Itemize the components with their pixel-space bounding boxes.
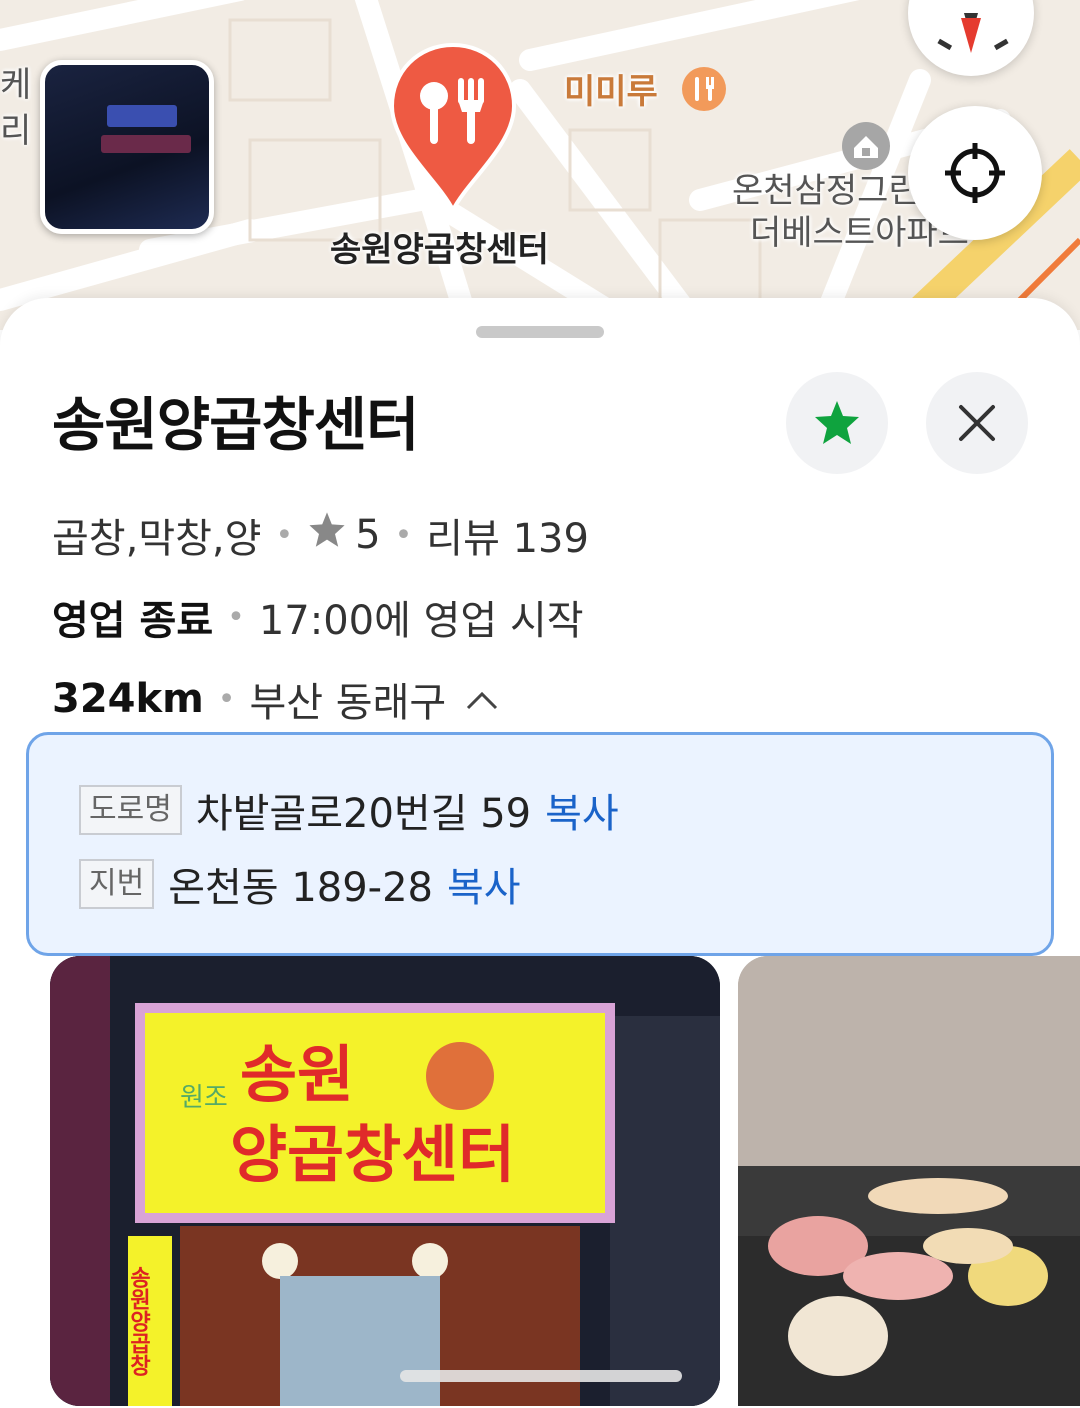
compass-button[interactable] <box>908 0 1034 76</box>
thumbnail-sign-lower <box>101 135 191 153</box>
separator-dot: • <box>394 517 413 553</box>
copy-lot-address-button[interactable]: 복사 <box>447 855 521 913</box>
pin-label: 송원양곱창센터 <box>330 230 549 270</box>
separator-dot: • <box>217 681 236 717</box>
location-row[interactable]: 324km • 부산 동래구 <box>52 670 500 728</box>
rating-star-icon <box>307 510 347 560</box>
home-indicator[interactable] <box>400 1370 682 1382</box>
copy-road-address-button[interactable]: 복사 <box>545 781 619 839</box>
sign-side-small: 원조 <box>180 1083 228 1113</box>
vertical-sign-text: 송원양곱창 <box>126 1266 151 1376</box>
compass-icon <box>937 13 1009 53</box>
sheet-drag-handle[interactable] <box>476 326 604 338</box>
place-thumbnail[interactable] <box>40 60 214 234</box>
thumbnail-sign <box>107 105 177 127</box>
business-hours-row: 영업 종료 • 17:00에 영업 시작 <box>52 588 584 646</box>
close-button[interactable] <box>926 372 1028 474</box>
separator-dot: • <box>227 599 245 635</box>
crosshair-icon <box>945 143 1005 203</box>
separator-dot: • <box>275 517 294 553</box>
lot-address-value: 온천동 189-28 <box>168 865 433 911</box>
favorite-button[interactable] <box>786 372 888 474</box>
review-count[interactable]: 리뷰 139 <box>426 506 589 564</box>
chevron-up-icon[interactable] <box>464 676 500 722</box>
lot-address-row: 지번 온천동 189-28 복사 <box>79 855 521 913</box>
restaurant-pin-icon[interactable] <box>388 40 518 220</box>
star-icon <box>815 401 859 444</box>
map-view[interactable]: 케 리 송원양곱창센터 미미루 온천삼정그린 더베스트아파트 <box>0 0 1080 330</box>
map-edge-label: 케 리 <box>0 65 32 151</box>
place-detail-sheet: 송원양곱창센터 곱창,막창,양 • 5 • 리뷰 139 영업 종료 • 17:… <box>0 298 1080 1408</box>
poi-label[interactable]: 미미루 <box>564 64 728 122</box>
storefront-photo[interactable]: 원조 송원 양곱창센터 송원양곱창 <box>50 956 720 1406</box>
address-panel: 도로명 차밭골로20번길 59 복사 지번 온천동 189-28 복사 <box>26 732 1054 956</box>
close-icon <box>959 405 995 441</box>
rating-value: 5 <box>355 512 381 558</box>
building-icon <box>840 120 892 176</box>
distance-text: 324km <box>52 676 204 722</box>
place-meta-row: 곱창,막창,양 • 5 • 리뷰 139 <box>52 506 589 564</box>
sign-top-text: 송원 <box>240 1038 354 1111</box>
business-status: 영업 종료 <box>52 598 214 644</box>
my-location-button[interactable] <box>908 106 1042 240</box>
road-address-row: 도로명 차밭골로20번길 59 복사 <box>79 781 619 839</box>
road-address-value: 차밭골로20번길 59 <box>195 791 532 837</box>
lot-address-tag: 지번 <box>79 859 155 909</box>
restaurant-icon <box>680 65 728 122</box>
sign-main-text: 양곱창센터 <box>230 1118 515 1191</box>
region-text: 부산 동래구 <box>249 680 447 726</box>
food-photo[interactable] <box>738 956 1080 1406</box>
road-address-tag: 도로명 <box>79 785 182 835</box>
category-text: 곱창,막창,양 <box>52 516 262 562</box>
place-title: 송원양곱창센터 <box>52 391 420 459</box>
business-hours: 17:00에 영업 시작 <box>258 598 584 644</box>
